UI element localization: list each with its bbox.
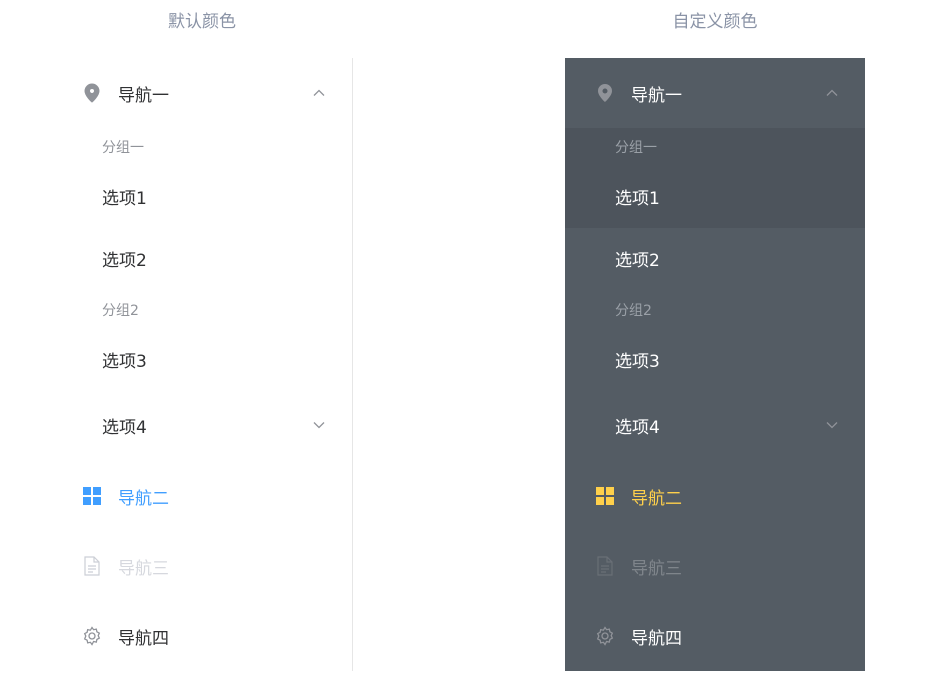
nav1-label: 导航一 xyxy=(118,85,169,106)
gear-icon xyxy=(595,626,615,646)
menu-item-option2[interactable]: 选项2 xyxy=(565,228,865,288)
nav2-label: 导航二 xyxy=(118,488,169,509)
chevron-up-icon xyxy=(313,89,325,96)
option2-label: 选项2 xyxy=(102,250,147,271)
nav3-label: 导航三 xyxy=(631,558,682,579)
grid-menu-icon xyxy=(82,486,102,506)
menu-item-nav4[interactable]: 导航四 xyxy=(565,601,865,671)
gear-icon xyxy=(82,626,102,646)
custom-color-menu: 导航一 分组一 选项1 选项2 分组2 选项3 选项4 导航二 导航三 导航四 xyxy=(565,58,865,671)
menu-item-option1[interactable]: 选项1 xyxy=(565,166,865,226)
menu-item-nav2[interactable]: 导航二 xyxy=(52,461,352,531)
option4-label: 选项4 xyxy=(102,417,147,438)
nav1-label: 导航一 xyxy=(631,85,682,106)
submenu-nav1[interactable]: 导航一 xyxy=(52,58,352,128)
submenu-nav1[interactable]: 导航一 xyxy=(565,58,865,128)
option2-label: 选项2 xyxy=(615,250,660,271)
group2-label: 分组2 xyxy=(615,303,652,319)
document-icon xyxy=(82,556,102,576)
default-color-menu: 导航一 分组一 选项1 选项2 分组2 选项3 选项4 导航二 导航三 导航四 xyxy=(52,58,353,671)
menu-item-nav3-disabled: 导航三 xyxy=(52,531,352,601)
document-icon xyxy=(595,556,615,576)
location-icon xyxy=(595,83,615,103)
default-colors-title: 默认颜色 xyxy=(168,12,236,32)
menu-group-2: 分组2 xyxy=(565,291,865,329)
option3-label: 选项3 xyxy=(615,351,660,372)
menu-item-option3[interactable]: 选项3 xyxy=(52,329,352,389)
chevron-up-icon xyxy=(826,89,838,96)
menu-item-option3[interactable]: 选项3 xyxy=(565,329,865,389)
option1-label: 选项1 xyxy=(615,188,660,209)
nav4-label: 导航四 xyxy=(631,628,682,649)
nav3-label: 导航三 xyxy=(118,558,169,579)
group1-label: 分组一 xyxy=(102,140,144,156)
menu-item-nav2[interactable]: 导航二 xyxy=(565,461,865,531)
chevron-down-icon xyxy=(826,422,838,429)
menu-group-2: 分组2 xyxy=(52,291,352,329)
menu-group-1: 分组一 xyxy=(52,128,352,166)
nav4-label: 导航四 xyxy=(118,628,169,649)
group2-label: 分组2 xyxy=(102,303,139,319)
menu-item-option2[interactable]: 选项2 xyxy=(52,228,352,288)
nav2-label: 导航二 xyxy=(631,488,682,509)
option3-label: 选项3 xyxy=(102,351,147,372)
submenu-option4[interactable]: 选项4 xyxy=(565,395,865,455)
group1-label: 分组一 xyxy=(615,140,657,156)
menu-item-nav3-disabled: 导航三 xyxy=(565,531,865,601)
menu-group-1: 分组一 xyxy=(565,128,865,166)
custom-colors-title: 自定义颜色 xyxy=(672,12,758,32)
option4-label: 选项4 xyxy=(615,417,660,438)
menu-item-nav4[interactable]: 导航四 xyxy=(52,601,352,671)
submenu-option4[interactable]: 选项4 xyxy=(52,395,352,455)
menu-item-option1[interactable]: 选项1 xyxy=(52,166,352,226)
option1-label: 选项1 xyxy=(102,188,147,209)
grid-menu-icon xyxy=(595,486,615,506)
chevron-down-icon xyxy=(313,422,325,429)
location-icon xyxy=(82,83,102,103)
